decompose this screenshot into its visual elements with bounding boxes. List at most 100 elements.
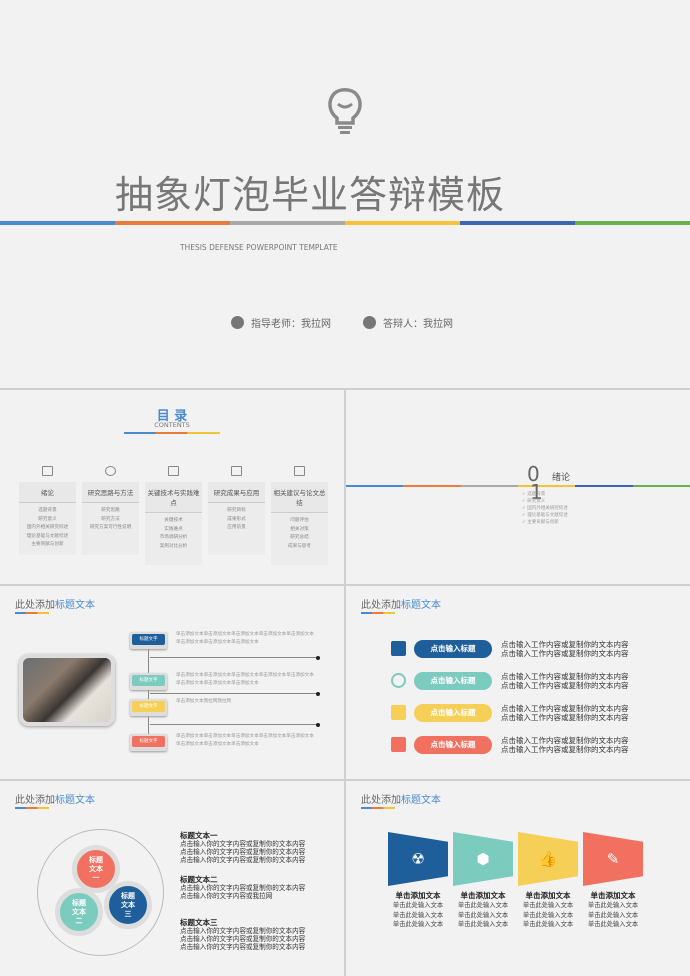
advisor: 指导老师：我拉网 <box>231 315 331 330</box>
title-prefix: 此处添加 <box>361 795 401 806</box>
section-item-text: 理论基础与文献综述 <box>527 513 568 518</box>
section-item-text: 主要贡献与创新 <box>527 520 559 525</box>
toc-subitem: 案例对比分析 <box>159 543 188 549</box>
feature-line: 单击此处输入文本 <box>587 902 639 909</box>
circles-slide[interactable]: 此处添加标题文本 标题 文本一 标题 文本二 标题 文本三 标题文本一 点击输入你的文字… <box>0 781 344 976</box>
section-list-item: ✓ 理论基础与文献综述 <box>522 512 568 519</box>
toc-subitem: 研究方法 <box>101 516 120 522</box>
book-icon <box>42 466 53 476</box>
timeline-connector <box>150 657 318 658</box>
title-pill[interactable]: 点击输入标题 <box>414 640 492 658</box>
toc-item[interactable]: 绪论 选题背景 研究意义 国内外相关研究综述 理论基础与文献综述 主要贡献与创新 <box>19 466 76 555</box>
flags-slide[interactable]: 此处添加标题文本 ☢ 单击添加文本 单击此处输入文本 单击此处输入文本 单击此处输入文本… <box>346 781 690 976</box>
feature-line: 单击此处输入文本 <box>457 902 509 909</box>
text-block-title: 标题文本三 <box>180 918 218 927</box>
title-pill[interactable]: 点击输入标题 <box>414 704 492 722</box>
pill-description: 点击输入工作内容或复制你的文本内容 点击输入工作内容或复制你的文本内容 <box>501 640 629 658</box>
pill-description: 点击输入工作内容或复制你的文本内容 点击输入工作内容或复制你的文本内容 <box>501 736 629 754</box>
defender-text: 答辩人：我拉网 <box>383 319 453 330</box>
toc-item[interactable]: 研究思路与方法 研究思路 研究方法 研究方案可行性说明 <box>82 466 139 555</box>
feature-line: 单击此处输入文本 <box>392 902 444 909</box>
toc-subitem: 理论基础与文献综述 <box>26 533 69 539</box>
feature-line: 单击此处输入文本 <box>587 911 639 919</box>
toc-item-list: 选题背景 研究意义 国内外相关研究综述 理论基础与文献综述 主要贡献与创新 <box>19 503 76 555</box>
text-block: 标题文本三 点击输入你的文字内容或复制你的文本内容 点击输入你的文字内容或复制你的文… <box>180 918 306 952</box>
feature-line: 单击此处输入文本 <box>392 911 444 919</box>
search-icon <box>105 466 116 476</box>
circle-two: 标题 文本二 <box>55 888 103 936</box>
photo <box>19 654 115 726</box>
timeline-label[interactable]: 标题文字 <box>130 673 167 690</box>
toc-item[interactable]: 相关建议与论文总结 问题评估 相关对策 研究总结 成果与思考 <box>271 466 328 565</box>
feature-title: 单击添加文本 <box>395 891 441 900</box>
section-list-item: ✓ 主要贡献与创新 <box>522 519 568 526</box>
toc-subitem: 主要贡献与创新 <box>31 542 64 547</box>
toc-slide[interactable]: 目 录 CONTENTS 绪论 选题背景 研究意义 国内外相关研究综述 理论基础与文献综… <box>0 390 344 584</box>
feature-title: 单击添加文本 <box>460 891 506 900</box>
toc-item[interactable]: 关键技术与实践难点 关键技术 实践难点 市场调研分析 案例对比分析 <box>145 466 202 565</box>
toc-underline <box>124 432 220 434</box>
timeline-text: 单击添加文本单击添加文本单击添加文本单击添加文本单击添加文本单击添加文本单击添加… <box>176 673 314 686</box>
defender: 答辩人：我拉网 <box>363 315 453 330</box>
toc-item-heading: 绪论 <box>19 482 76 503</box>
feature-line: 单击此处输入文本 <box>522 902 574 909</box>
toc-subitem: 研究思路 <box>101 508 120 513</box>
briefcase-icon <box>391 641 406 656</box>
timeline-text: 单击添加文本单击添加文本单击添加文本单击添加文本单击添加文本单击添加文本单击添加… <box>176 632 314 645</box>
title-underline <box>15 807 49 809</box>
toc-item-list: 研究思路 研究方法 研究方案可行性说明 <box>82 503 139 555</box>
toc-item[interactable]: 研究成果与应用 研究目标 成果形式 应用前景 <box>208 466 265 555</box>
thumbs-up-icon: 👍 <box>538 850 558 868</box>
microphone-icon <box>363 316 376 329</box>
timeline-text: 单击添加文本单击添加文本单击添加文本单击添加文本单击添加文本单击添加文本单击添加… <box>176 734 314 747</box>
toc-subitem: 选题背景 <box>38 508 57 513</box>
toc-item-heading: 研究成果与应用 <box>208 482 265 503</box>
toc-subitem: 关键技术 <box>164 518 183 523</box>
feature-column[interactable]: ✎ 单击添加文本 单击此处输入文本 单击此处输入文本 单击此处输入文本 <box>583 832 643 930</box>
slide-title: 此处添加标题文本 <box>361 791 441 806</box>
timeline-slide[interactable]: 此处添加标题文本 标题文字 单击添加文本单击添加文本单击添加文本单击添加文本单击添… <box>0 586 344 779</box>
text-block-line: 点击输入你的文字内容或复制你的文本内容 <box>180 927 306 935</box>
pill-list-slide[interactable]: 此处添加标题文本 点击输入标题 点击输入工作内容或复制你的文本内容 点击输入工作内容… <box>346 586 690 779</box>
section-list-item: ✓ 国内外相关研究综述 <box>522 505 568 512</box>
lightbulb-icon <box>328 88 362 134</box>
timeline-label[interactable]: 标题文字 <box>130 632 167 649</box>
title-highlight: 标题文本 <box>55 600 95 611</box>
timeline-label[interactable]: 标题文字 <box>130 734 167 751</box>
description-line: 点击输入工作内容或复制你的文本内容 <box>501 704 629 713</box>
pill-description: 点击输入工作内容或复制你的文本内容 点击输入工作内容或复制你的文本内容 <box>501 672 629 690</box>
flag-shape: ⬢ <box>453 832 513 886</box>
title-pill[interactable]: 点击输入标题 <box>414 672 492 690</box>
section-slide[interactable]: 0 绪论 1 ✓ 选题背景 ✓ 研究意义 ✓ 国内外相关研究综述 ✓ 理论基础与文献综… <box>346 390 690 584</box>
text-block-line: 点击输入你的文字内容或复制你的文本内容 <box>180 943 306 951</box>
flag-row: ☢ 单击添加文本 单击此处输入文本 单击此处输入文本 单击此处输入文本 ⬢ 单击添加文本 单击… <box>346 832 690 952</box>
toc-subitem: 国内外相关研究综述 <box>26 525 69 530</box>
toc-item-list: 问题评估 相关对策 研究总结 成果与思考 <box>271 513 328 565</box>
text-block-line: 点击输入你的文字内容或复制你的文本内容 <box>180 856 306 864</box>
title-prefix: 此处添加 <box>15 795 55 806</box>
toc-subitem: 成果与思考 <box>288 543 311 549</box>
clock-icon <box>391 673 406 688</box>
timeline-label-text: 标题文字 <box>132 701 165 712</box>
toc-subitem: 成果形式 <box>227 516 246 522</box>
feature-column[interactable]: ⬢ 单击添加文本 单击此处输入文本 单击此处输入文本 单击此处输入文本 <box>453 832 513 930</box>
timeline-dot <box>316 691 320 696</box>
feature-column[interactable]: ☢ 单击添加文本 单击此处输入文本 单击此处输入文本 单击此处输入文本 <box>388 832 448 930</box>
toc-item-heading: 研究思路与方法 <box>82 482 139 503</box>
cover-slide[interactable]: 抽象灯泡毕业答辩模板 THESIS DEFENSE POWERPOINT TEM… <box>0 0 690 388</box>
cover-subtitle: THESIS DEFENSE POWERPOINT TEMPLATE <box>180 243 338 252</box>
toc-subitem: 相关对策 <box>290 526 309 532</box>
toc-subitem: 研究总结 <box>290 535 309 540</box>
flag-shape: 👍 <box>518 832 578 886</box>
toc-item-heading: 相关建议与论文总结 <box>271 482 328 513</box>
title-pill[interactable]: 点击输入标题 <box>414 736 492 754</box>
text-block-title: 标题文本一 <box>180 831 218 840</box>
pill-description: 点击输入工作内容或复制你的文本内容 点击输入工作内容或复制你的文本内容 <box>501 704 629 722</box>
timeline-text: 单击添加文本我拉网我拉网 <box>176 699 232 704</box>
feature-title: 单击添加文本 <box>590 891 636 900</box>
advisor-text: 指导老师：我拉网 <box>251 319 331 330</box>
cover-title: 抽象灯泡毕业答辩模板 <box>114 173 505 217</box>
timeline-label[interactable]: 标题文字 <box>130 699 167 716</box>
description-line: 点击输入工作内容或复制你的文本内容 <box>501 745 629 754</box>
feature-column[interactable]: 👍 单击添加文本 单击此处输入文本 单击此处输入文本 单击此处输入文本 <box>518 832 578 930</box>
